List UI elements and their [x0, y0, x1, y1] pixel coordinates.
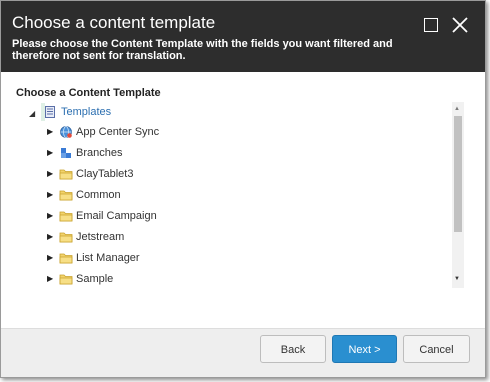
template-tree: ◢ Templates ▶ App Center Sync ▶ Branches… — [29, 102, 465, 288]
branches-icon — [61, 148, 71, 158]
tree-item-sample[interactable]: ▶ Sample — [47, 270, 447, 288]
expand-icon[interactable]: ▶ — [47, 148, 53, 157]
cancel-button[interactable]: Cancel — [403, 335, 470, 363]
dialog-content: Choose a Content Template ◢ Templates ▶ — [1, 72, 485, 328]
templates-folder-icon — [45, 106, 55, 118]
folder-icon — [59, 253, 73, 264]
globe-icon — [60, 126, 72, 138]
scrollbar-thumb[interactable] — [454, 116, 462, 232]
folder-icon — [59, 274, 73, 285]
folder-icon — [59, 232, 73, 243]
tree-item-branches[interactable]: ▶ Branches — [47, 144, 447, 162]
dialog-titlebar: Choose a content template Please choose … — [1, 1, 485, 72]
back-button[interactable]: Back — [260, 335, 326, 363]
folder-icon — [59, 169, 73, 180]
tree-item-email-campaign[interactable]: ▶ Email Campaign — [47, 207, 447, 225]
scroll-up-icon[interactable]: ▲ — [454, 106, 460, 112]
close-icon — [452, 17, 468, 33]
tree-item-label: Sample — [76, 273, 114, 285]
dialog-footer: Back Next > Cancel — [1, 328, 485, 377]
dialog: Choose a content template Please choose … — [0, 0, 486, 378]
expand-icon[interactable]: ▶ — [47, 169, 53, 178]
section-label: Choose a Content Template — [16, 87, 161, 99]
tree-item-list-manager[interactable]: ▶ List Manager — [47, 249, 447, 267]
collapse-icon[interactable]: ◢ — [29, 109, 35, 118]
tree-item-jetstream[interactable]: ▶ Jetstream — [47, 228, 447, 246]
expand-icon[interactable]: ▶ — [47, 274, 53, 283]
tree-root-templates[interactable]: Templates — [41, 103, 111, 121]
tree-item-app-center-sync[interactable]: ▶ App Center Sync — [47, 123, 447, 141]
folder-icon — [59, 190, 73, 201]
expand-icon[interactable]: ▶ — [47, 127, 53, 136]
scroll-down-icon[interactable]: ▼ — [454, 276, 460, 282]
close-button[interactable] — [449, 14, 471, 36]
expand-icon[interactable]: ▶ — [47, 232, 53, 241]
tree-scrollbar[interactable]: ▲ ▼ — [452, 102, 464, 288]
tree-item-label: Branches — [76, 147, 123, 159]
tree-item-claytablet3[interactable]: ▶ ClayTablet3 — [47, 165, 447, 183]
dialog-title: Choose a content template — [12, 13, 216, 32]
tree-item-label: Common — [76, 189, 121, 201]
tree-item-label: ClayTablet3 — [76, 168, 134, 180]
maximize-button[interactable] — [420, 14, 442, 36]
dialog-subtitle: Please choose the Content Template with … — [12, 38, 393, 62]
tree-root-label: Templates — [61, 106, 112, 118]
expand-icon[interactable]: ▶ — [47, 253, 53, 262]
maximize-icon — [424, 18, 438, 32]
tree-item-common[interactable]: ▶ Common — [47, 186, 447, 204]
tree-item-label: List Manager — [76, 252, 140, 264]
next-button[interactable]: Next > — [332, 335, 397, 363]
tree-item-label: Jetstream — [76, 231, 125, 243]
tree-item-label: App Center Sync — [76, 126, 160, 138]
tree-item-label: Email Campaign — [76, 210, 157, 222]
folder-icon — [59, 211, 73, 222]
expand-icon[interactable]: ▶ — [47, 211, 53, 220]
expand-icon[interactable]: ▶ — [47, 190, 53, 199]
